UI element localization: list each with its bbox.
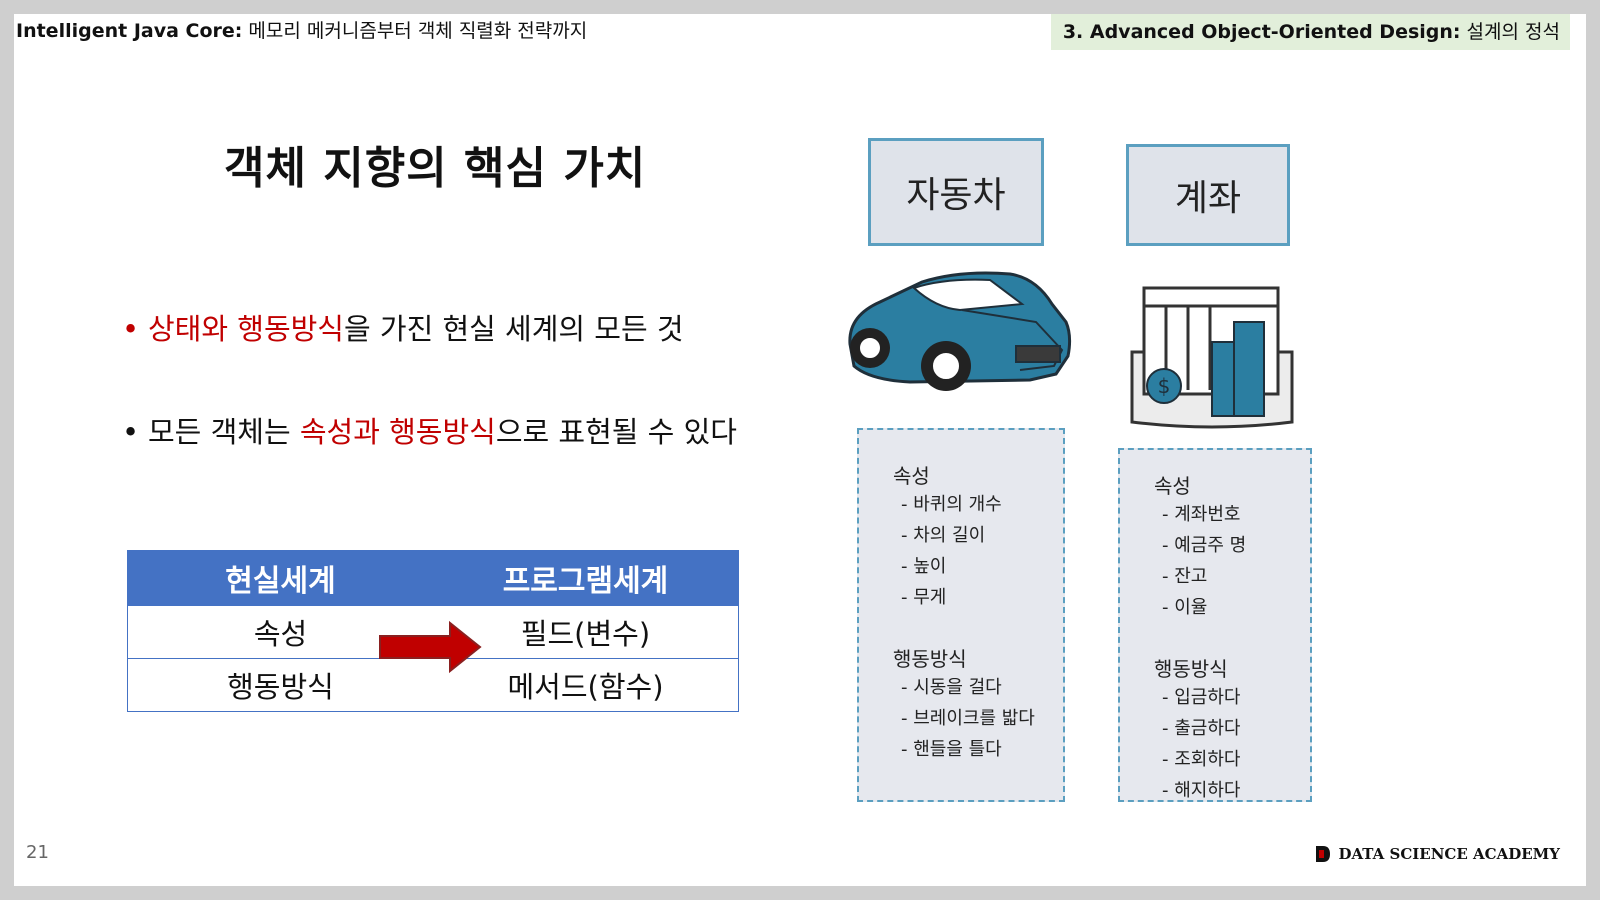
account-attributes-box: 속성 - 계좌번호 - 예금주 명 - 잔고 - 이율 행동방식 - 입금하다 … [1118, 448, 1312, 802]
list-item: - 예금주 명 [1162, 535, 1247, 556]
list-item: - 무게 [901, 587, 947, 608]
list-item: - 높이 [901, 556, 947, 577]
car-label-box: 자동차 [868, 138, 1044, 246]
svg-text:$: $ [1158, 374, 1171, 398]
bullet-2: • 모든 객체는 속성과 행동방식으로 표현될 수 있다 [122, 415, 737, 449]
list-item: - 브레이크를 밟다 [901, 708, 1035, 729]
slide-title: 객체 지향의 핵심 가치 [224, 143, 647, 194]
table-header: 프로그램세계 [433, 550, 739, 606]
list-item: - 차의 길이 [901, 525, 986, 546]
right-arrow-icon [379, 620, 482, 674]
account-label-box: 계좌 [1126, 144, 1290, 246]
ledger-money-illustration: $ [1130, 286, 1294, 429]
car-illustration [848, 271, 1072, 391]
list-item: - 해지하다 [1162, 780, 1241, 801]
highlight-text: 상태와 행동방식 [148, 312, 344, 346]
table-header: 현실세계 [127, 550, 433, 606]
list-item: - 바퀴의 개수 [901, 494, 1002, 515]
list-item: - 출금하다 [1162, 718, 1241, 739]
page-number: 21 [26, 842, 49, 863]
academy-logo: DATA SCIENCE ACADEMY [1314, 844, 1560, 864]
car-attributes-box: 속성 - 바퀴의 개수 - 차의 길이 - 높이 - 무게 행동방식 - 시동을… [857, 428, 1065, 802]
logo-icon [1316, 846, 1331, 862]
section-title: 3. Advanced Object-Oriented Design: 설계의 … [1050, 14, 1570, 50]
list-item: - 시동을 걸다 [901, 677, 1002, 698]
list-item: - 조회하다 [1162, 749, 1241, 770]
highlight-text: 속성과 행동방식 [299, 415, 496, 449]
list-item: - 입금하다 [1162, 687, 1241, 708]
list-item: - 잔고 [1162, 566, 1208, 587]
bullet-1: • 상태와 행동방식을 가진 현실 세계의 모든 것 [122, 312, 684, 346]
list-item: - 계좌번호 [1162, 504, 1241, 525]
slide: Intelligent Java Core: 메모리 메커니즘부터 객체 직렬화… [14, 14, 1586, 886]
list-item: - 이율 [1162, 597, 1208, 618]
list-item: - 핸들을 틀다 [901, 739, 1002, 760]
course-title: Intelligent Java Core: 메모리 메커니즘부터 객체 직렬화… [16, 20, 588, 42]
